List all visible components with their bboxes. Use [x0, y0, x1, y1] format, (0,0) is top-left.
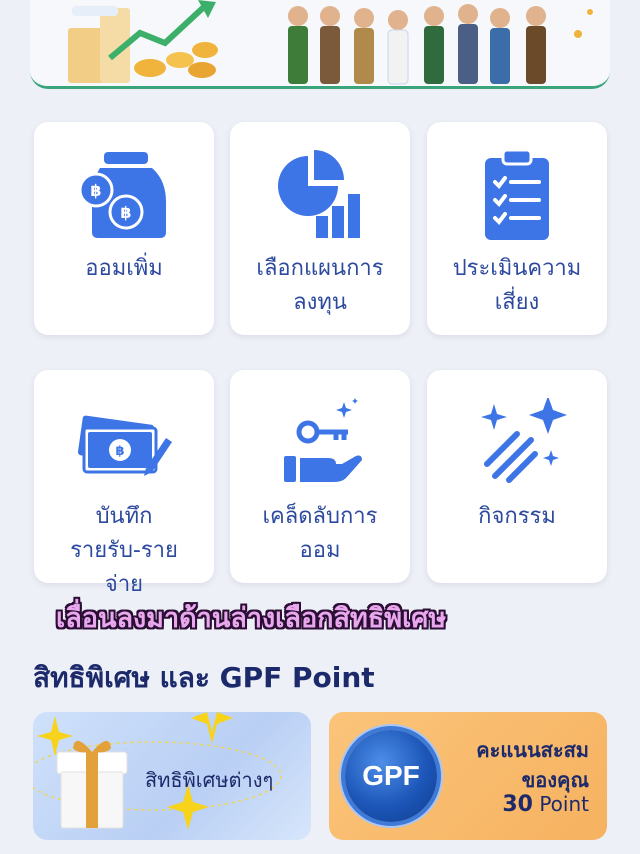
tile-saving-tips[interactable]: เคล็ดลับการ ออม [230, 370, 410, 583]
overlay-caption: เลื่อนลงมาด้านล่างเลือกสิทธิพิเศษ [56, 603, 447, 634]
tile-label: ออมเพิ่ม [85, 256, 163, 281]
gpf-logo-badge: GPF [345, 730, 437, 822]
clipboard-checklist-icon [485, 150, 549, 240]
sparkle-stars-icon [481, 398, 567, 483]
svg-text:฿: ฿ [120, 203, 131, 222]
points-value: 30 Point [502, 792, 589, 817]
tile-label: เลือกแผนการ ลงทุน [256, 256, 384, 315]
money-note-pen-icon: ฿ [77, 415, 172, 476]
svg-text:฿: ฿ [90, 181, 101, 200]
tile-label: เคล็ดลับการ ออม [262, 504, 378, 563]
tile-label: กิจกรรม [478, 504, 556, 529]
section-title: สิทธิพิเศษ และ GPF Point [33, 661, 375, 694]
gpf-points-card[interactable]: GPF คะแนนสะสม ของคุณ 30 Point [329, 712, 607, 840]
points-heading-line1: คะแนนสะสม [476, 738, 589, 762]
tile-label: ประเมินความ เสี่ยง [452, 256, 582, 315]
points-number: 30 [502, 792, 533, 817]
privileges-card[interactable]: สิทธิพิเศษต่างๆ [33, 712, 311, 840]
privileges-label: สิทธิพิเศษต่างๆ [145, 768, 274, 792]
savings-jar-icon: ฿ ฿ [78, 152, 166, 238]
pie-bar-chart-icon [278, 150, 360, 238]
tile-savings[interactable]: ฿ ฿ ออมเพิ่ม [34, 122, 214, 335]
svg-text:฿: ฿ [115, 444, 124, 459]
tile-investment-plan[interactable]: เลือกแผนการ ลงทุน [230, 122, 410, 335]
tile-label: บันทึก รายรับ-ราย จ่าย [70, 504, 178, 597]
points-unit: Point [539, 792, 589, 816]
promo-banner[interactable] [30, 0, 610, 89]
tile-income-expense[interactable]: ฿ บันทึก รายรับ-ราย จ่าย [34, 370, 214, 597]
key-hand-icon [284, 398, 362, 482]
tile-risk-assessment[interactable]: ประเมินความ เสี่ยง [427, 122, 607, 335]
tile-activities[interactable]: กิจกรรม [427, 370, 607, 583]
banner-illustration [30, 0, 610, 86]
